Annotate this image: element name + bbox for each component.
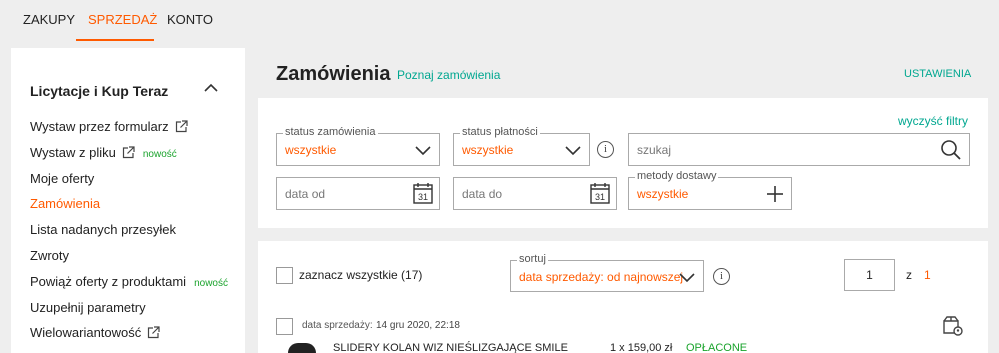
page-title: Zamówienia — [276, 63, 391, 85]
order-status-value: wszystkie — [285, 143, 337, 157]
info-icon[interactable]: i — [713, 268, 730, 285]
new-badge: nowość — [142, 149, 177, 160]
search-icon[interactable] — [940, 139, 962, 161]
order-checkbox[interactable] — [276, 318, 293, 335]
total-pages[interactable]: 1 — [924, 268, 931, 282]
delivery-method-select[interactable]: metody dostawy wszystkie — [628, 170, 792, 210]
date-from-placeholder: data od — [285, 187, 326, 201]
product-thumbnail[interactable] — [288, 343, 316, 353]
external-link-icon — [148, 326, 160, 339]
sidebar: Licytacje i Kup Teraz Wystaw przez formu… — [11, 48, 245, 353]
select-all-checkbox[interactable] — [276, 267, 293, 284]
page-number-input[interactable]: 1 — [844, 259, 895, 291]
svg-text:31: 31 — [418, 192, 428, 202]
top-navigation: ZAKUPY SPRZEDAŻ KONTO — [0, 0, 999, 42]
chevron-up-icon[interactable] — [203, 82, 219, 94]
date-from-input[interactable]: data od 31 — [276, 177, 440, 210]
delivery-method-label: metody dostawy — [635, 170, 719, 182]
calendar-icon[interactable]: 31 — [413, 182, 433, 204]
sidebar-section-title: Licytacje i Kup Teraz — [30, 83, 169, 99]
sidebar-item-wystaw-z-pliku[interactable]: Wystaw z pliku nowość — [30, 145, 177, 160]
tab-sprzedaz[interactable]: SPRZEDAŻ — [88, 12, 157, 27]
sidebar-item-uzupelnij-parametry[interactable]: Uzupełnij parametry — [30, 300, 146, 315]
external-link-icon — [175, 120, 188, 133]
tab-konto[interactable]: KONTO — [167, 12, 213, 27]
payment-status-select[interactable]: status płatności wszystkie — [453, 126, 590, 166]
calendar-icon[interactable]: 31 — [590, 182, 610, 204]
clear-filters-link[interactable]: wyczyść filtry — [898, 114, 968, 128]
active-tab-indicator — [76, 39, 154, 41]
order-product-title[interactable]: SLIDERY KOLAN WIZ NIEŚLIZGAJĄCE SMILE — [333, 342, 568, 353]
sidebar-item-wielowariantowosc[interactable]: Wielowariantowość — [30, 325, 160, 340]
sort-value: data sprzedaży: od najnowszej — [519, 270, 684, 284]
plus-icon[interactable] — [765, 184, 785, 204]
sidebar-item-zwroty[interactable]: Zwroty — [30, 248, 69, 263]
date-to-placeholder: data do — [462, 187, 503, 201]
sale-date-label: data sprzedaży: — [302, 320, 373, 331]
orders-list-panel: zaznacz wszystkie (17) sortuj data sprze… — [258, 241, 988, 353]
sidebar-item-powiaz-oferty[interactable]: Powiąż oferty z produktami nowość — [30, 274, 228, 289]
chevron-down-icon — [415, 146, 431, 156]
select-all-label: zaznacz wszystkie (17) — [299, 268, 423, 282]
delivery-method-value: wszystkie — [637, 187, 689, 201]
external-link-icon — [122, 146, 135, 159]
settings-link[interactable]: USTAWIENIA — [904, 68, 971, 80]
info-icon[interactable]: i — [597, 141, 614, 158]
svg-text:31: 31 — [595, 192, 605, 202]
sidebar-item-wystaw-formularz[interactable]: Wystaw przez formularz — [30, 119, 188, 134]
page-of-label: z — [906, 268, 912, 282]
date-to-input[interactable]: data do 31 — [453, 177, 617, 210]
sort-select[interactable]: sortuj data sprzedaży: od najnowszej — [510, 253, 704, 292]
sale-date-value: 14 gru 2020, 22:18 — [376, 320, 460, 331]
payment-status-label: status płatności — [460, 126, 540, 138]
sidebar-item-moje-oferty[interactable]: Moje oferty — [30, 171, 94, 186]
sort-label: sortuj — [517, 253, 548, 265]
search-placeholder: szukaj — [637, 143, 672, 157]
new-badge: nowość — [194, 278, 228, 289]
sidebar-item-lista-przesylek[interactable]: Lista nadanych przesyłek — [30, 222, 176, 237]
filters-panel: wyczyść filtry status zamówienia wszystk… — [258, 98, 988, 228]
tab-zakupy[interactable]: ZAKUPY — [23, 12, 75, 27]
package-icon[interactable] — [942, 315, 964, 337]
chevron-down-icon — [679, 273, 695, 283]
order-status-badge: OPŁACONE — [686, 342, 748, 353]
order-price: 1 x 159,00 zł — [610, 342, 673, 353]
sidebar-item-zamowienia[interactable]: Zamówienia — [30, 196, 100, 211]
learn-orders-link[interactable]: Poznaj zamówienia — [397, 68, 500, 82]
payment-status-value: wszystkie — [462, 143, 514, 157]
order-status-select[interactable]: status zamówienia wszystkie — [276, 126, 440, 166]
chevron-down-icon — [565, 146, 581, 156]
order-status-label: status zamówienia — [283, 126, 378, 138]
search-input[interactable]: szukaj — [628, 133, 970, 166]
